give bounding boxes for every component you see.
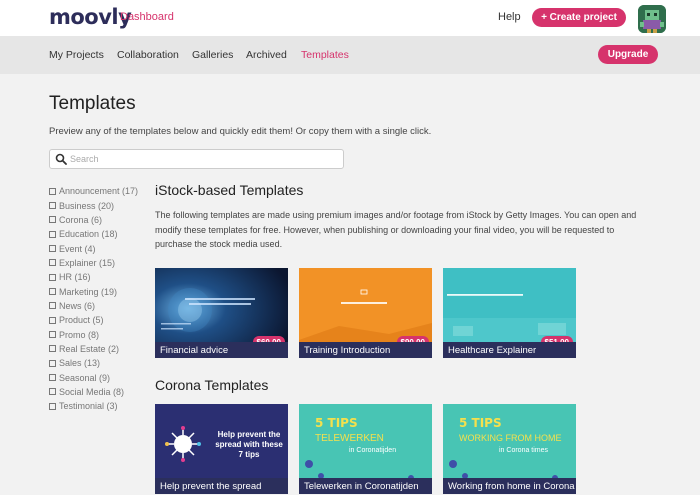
filter-event[interactable]: Event (4): [49, 241, 159, 255]
checkbox[interactable]: [49, 216, 56, 224]
filter-label: Sales (13): [59, 358, 101, 369]
filter-hr[interactable]: HR (16): [49, 270, 159, 284]
filter-label: Event (4): [59, 243, 96, 254]
card-title: Help prevent the spread: [155, 478, 288, 494]
filter-product[interactable]: Product (5): [49, 313, 159, 327]
filter-social-media[interactable]: Social Media (8): [49, 385, 159, 399]
istock-section-title: iStock-based Templates: [155, 182, 304, 198]
top-bar: moovly Dashboard Help + Create project: [0, 0, 700, 36]
corona-section-title: Corona Templates: [155, 377, 269, 393]
filter-news[interactable]: News (6): [49, 299, 159, 313]
template-card-working-from-home[interactable]: 5 TIPS WORKING FROM HOME in Corona times…: [443, 404, 576, 494]
filter-seasonal[interactable]: Seasonal (9): [49, 370, 159, 384]
search-box[interactable]: [49, 149, 344, 169]
page-title: Templates: [49, 93, 136, 114]
filter-education[interactable]: Education (18): [49, 227, 159, 241]
dashboard-link[interactable]: Dashboard: [120, 11, 174, 23]
help-link[interactable]: Help: [498, 11, 521, 23]
filter-sales[interactable]: Sales (13): [49, 356, 159, 370]
checkbox[interactable]: [49, 187, 56, 195]
template-card-healthcare-explainer[interactable]: $51.00 Healthcare Explainer: [443, 268, 576, 358]
filter-real-estate[interactable]: Real Estate (2): [49, 342, 159, 356]
checkbox[interactable]: [49, 316, 56, 324]
checkbox[interactable]: [49, 302, 56, 310]
filter-label: HR (16): [59, 272, 91, 283]
template-card-help-prevent-spread[interactable]: Help prevent the spread with these 7 tip…: [155, 404, 288, 494]
filter-promo[interactable]: Promo (8): [49, 327, 159, 341]
avatar[interactable]: [638, 5, 666, 33]
filter-marketing[interactable]: Marketing (19): [49, 284, 159, 298]
tab-archived[interactable]: Archived: [246, 49, 287, 61]
template-card-telewerken[interactable]: 5 TIPS TELEWERKEN in Coronatijden Telewe…: [299, 404, 432, 494]
checkbox[interactable]: [49, 402, 56, 410]
filter-label: Real Estate (2): [59, 343, 120, 354]
tab-galleries[interactable]: Galleries: [192, 49, 233, 61]
filter-label: Marketing (19): [59, 286, 118, 297]
istock-section-description: The following templates are made using p…: [155, 210, 637, 249]
checkbox[interactable]: [49, 230, 56, 238]
virus-icon: [165, 426, 201, 462]
avatar-pixel-icon: [638, 5, 666, 33]
filter-label: Announcement (17): [59, 186, 139, 197]
search-icon: [55, 153, 67, 165]
checkbox[interactable]: [49, 202, 56, 210]
checkbox[interactable]: [49, 245, 56, 253]
card-title: Healthcare Explainer: [443, 342, 576, 358]
card-title: Working from home in Corona: [443, 478, 576, 494]
card-title: Telewerken in Coronatijden: [299, 478, 432, 494]
tab-collaboration[interactable]: Collaboration: [117, 49, 179, 61]
category-filter-list: Announcement (17) Business (20) Corona (…: [49, 184, 159, 414]
filter-label: Education (18): [59, 229, 118, 240]
filter-label: Seasonal (9): [59, 372, 111, 383]
filter-label: News (6): [59, 300, 96, 311]
checkbox[interactable]: [49, 259, 56, 267]
thumbnail-text: Help prevent the spread with these 7 tip…: [215, 430, 283, 459]
filter-corona[interactable]: Corona (6): [49, 213, 159, 227]
checkbox[interactable]: [49, 273, 56, 281]
checkbox[interactable]: [49, 331, 56, 339]
template-card-training-introduction[interactable]: $90.00 Training Introduction: [299, 268, 432, 358]
filter-announcement[interactable]: Announcement (17): [49, 184, 159, 198]
filter-label: Corona (6): [59, 214, 103, 225]
nav-bar: My Projects Collaboration Galleries Arch…: [0, 36, 700, 74]
filter-explainer[interactable]: Explainer (15): [49, 256, 159, 270]
search-input[interactable]: [70, 152, 335, 166]
create-project-button[interactable]: + Create project: [532, 8, 626, 27]
card-title: Financial advice: [155, 342, 288, 358]
template-card-financial-advice[interactable]: $60.00 Financial advice: [155, 268, 288, 358]
filter-label: Promo (8): [59, 329, 100, 340]
filter-label: Social Media (8): [59, 386, 125, 397]
checkbox[interactable]: [49, 388, 56, 396]
filter-testimonial[interactable]: Testimonial (3): [49, 399, 159, 413]
moovly-logo[interactable]: moovly: [49, 5, 132, 29]
checkbox[interactable]: [49, 345, 56, 353]
filter-label: Product (5): [59, 315, 104, 326]
upgrade-button[interactable]: Upgrade: [598, 45, 658, 64]
checkbox[interactable]: [49, 288, 56, 296]
filter-label: Testimonial (3): [59, 401, 118, 412]
filter-business[interactable]: Business (20): [49, 198, 159, 212]
card-title: Training Introduction: [299, 342, 432, 358]
page-description: Preview any of the templates below and q…: [49, 126, 432, 137]
checkbox[interactable]: [49, 359, 56, 367]
filter-label: Business (20): [59, 200, 115, 211]
filter-label: Explainer (15): [59, 257, 116, 268]
checkbox[interactable]: [49, 374, 56, 382]
tab-my-projects[interactable]: My Projects: [49, 49, 104, 61]
tab-templates[interactable]: Templates: [301, 49, 349, 61]
